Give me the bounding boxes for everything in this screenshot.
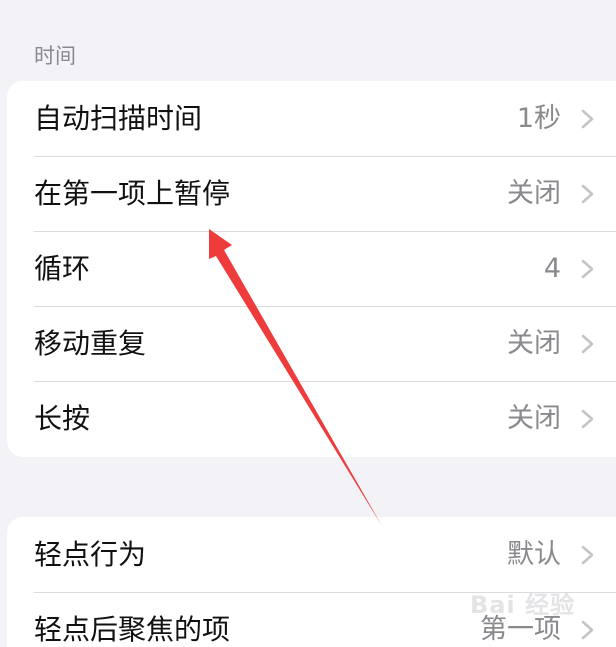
setting-value: 4 [543, 253, 561, 284]
setting-label: 循环 [34, 252, 91, 285]
baidu-watermark: Bai 经验 [470, 585, 616, 625]
setting-label: 在第一项上暂停 [34, 177, 231, 210]
setting-value: 关闭 [507, 328, 561, 359]
setting-label: 轻点后聚焦的项 [34, 613, 231, 646]
setting-row-loops[interactable]: 循环 4 [7, 231, 616, 306]
chevron-right-icon [581, 259, 594, 279]
settings-page: 时间 自动扫描时间 1秒 在第一项上暂停 关闭 循环 4 移动重复 关闭 长按 … [0, 0, 616, 647]
setting-label: 轻点行为 [34, 538, 147, 571]
setting-row-long-press[interactable]: 长按 关闭 [7, 381, 616, 456]
setting-value: 关闭 [507, 403, 561, 434]
chevron-right-icon [581, 334, 594, 354]
tap-settings-group: 轻点行为 默认 轻点后聚焦的项 第一项 [7, 517, 616, 647]
setting-label: 移动重复 [34, 327, 147, 360]
setting-label: 长按 [34, 402, 91, 435]
watermark-text: Bai 经验 [470, 591, 576, 619]
chevron-right-icon [581, 409, 594, 429]
chevron-right-icon [581, 184, 594, 204]
setting-row-pause-on-first-item[interactable]: 在第一项上暂停 关闭 [7, 156, 616, 231]
setting-value: 默认 [507, 539, 561, 570]
section-header-time: 时间 [34, 44, 76, 68]
chevron-right-icon [581, 545, 594, 565]
time-settings-group: 自动扫描时间 1秒 在第一项上暂停 关闭 循环 4 移动重复 关闭 长按 关闭 [7, 81, 616, 457]
setting-value: 关闭 [507, 178, 561, 209]
setting-row-move-repeat[interactable]: 移动重复 关闭 [7, 306, 616, 381]
setting-row-tap-behavior[interactable]: 轻点行为 默认 [7, 517, 616, 592]
setting-row-auto-scan-time[interactable]: 自动扫描时间 1秒 [7, 81, 616, 156]
setting-value: 1秒 [516, 103, 561, 134]
setting-label: 自动扫描时间 [34, 102, 203, 135]
chevron-right-icon [581, 109, 594, 129]
